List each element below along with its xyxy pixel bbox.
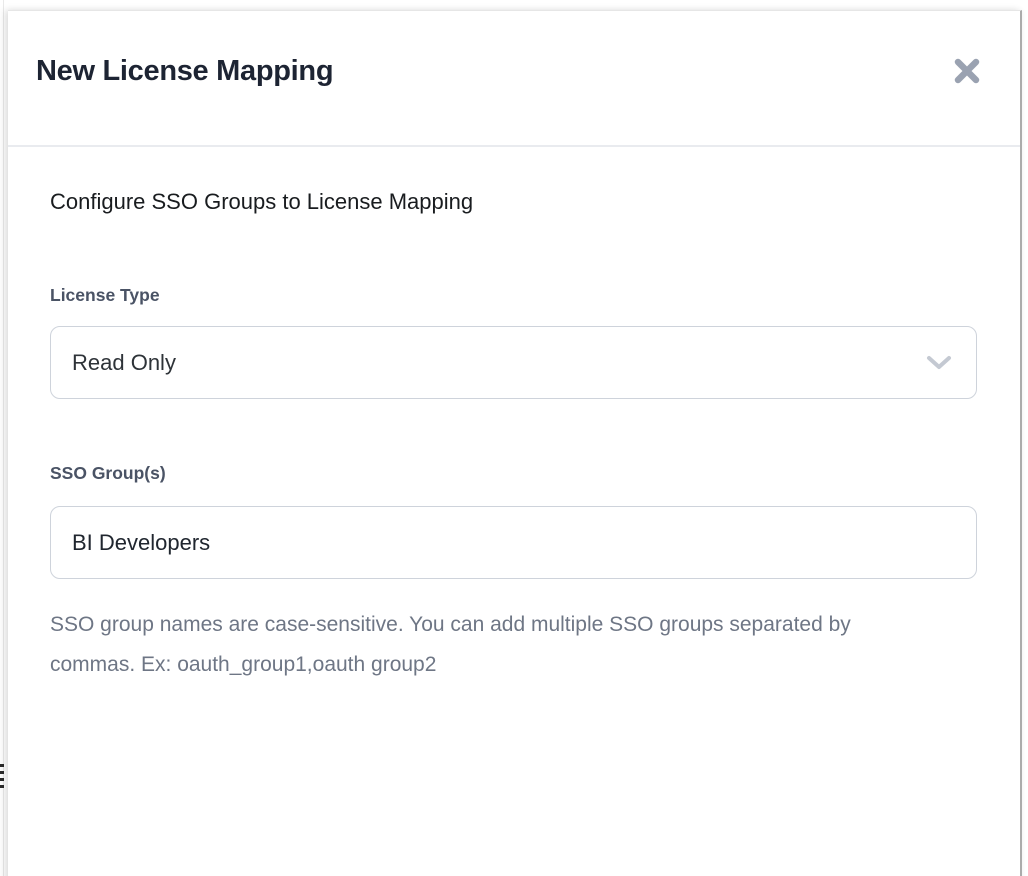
sso-groups-label: SSO Group(s) — [50, 464, 975, 483]
new-license-mapping-modal: New License Mapping Configure SSO Groups… — [8, 10, 1022, 876]
license-type-select[interactable]: Read Only — [50, 326, 977, 399]
background-edge-line — [3, 0, 4, 876]
modal-body: Configure SSO Groups to License Mapping … — [8, 147, 1020, 685]
modal-subtitle: Configure SSO Groups to License Mapping — [50, 187, 975, 217]
close-button[interactable] — [951, 55, 983, 87]
close-icon — [952, 56, 982, 86]
chevron-down-icon — [926, 355, 952, 371]
modal-title: New License Mapping — [36, 55, 333, 88]
license-type-selected-value: Read Only — [72, 350, 176, 376]
license-type-label: License Type — [50, 286, 975, 304]
clipped-menu-icon — [0, 764, 4, 788]
modal-header: New License Mapping — [8, 11, 1020, 147]
sso-groups-input[interactable] — [50, 506, 977, 579]
sso-groups-help-text: SSO group names are case-sensitive. You … — [50, 605, 890, 685]
